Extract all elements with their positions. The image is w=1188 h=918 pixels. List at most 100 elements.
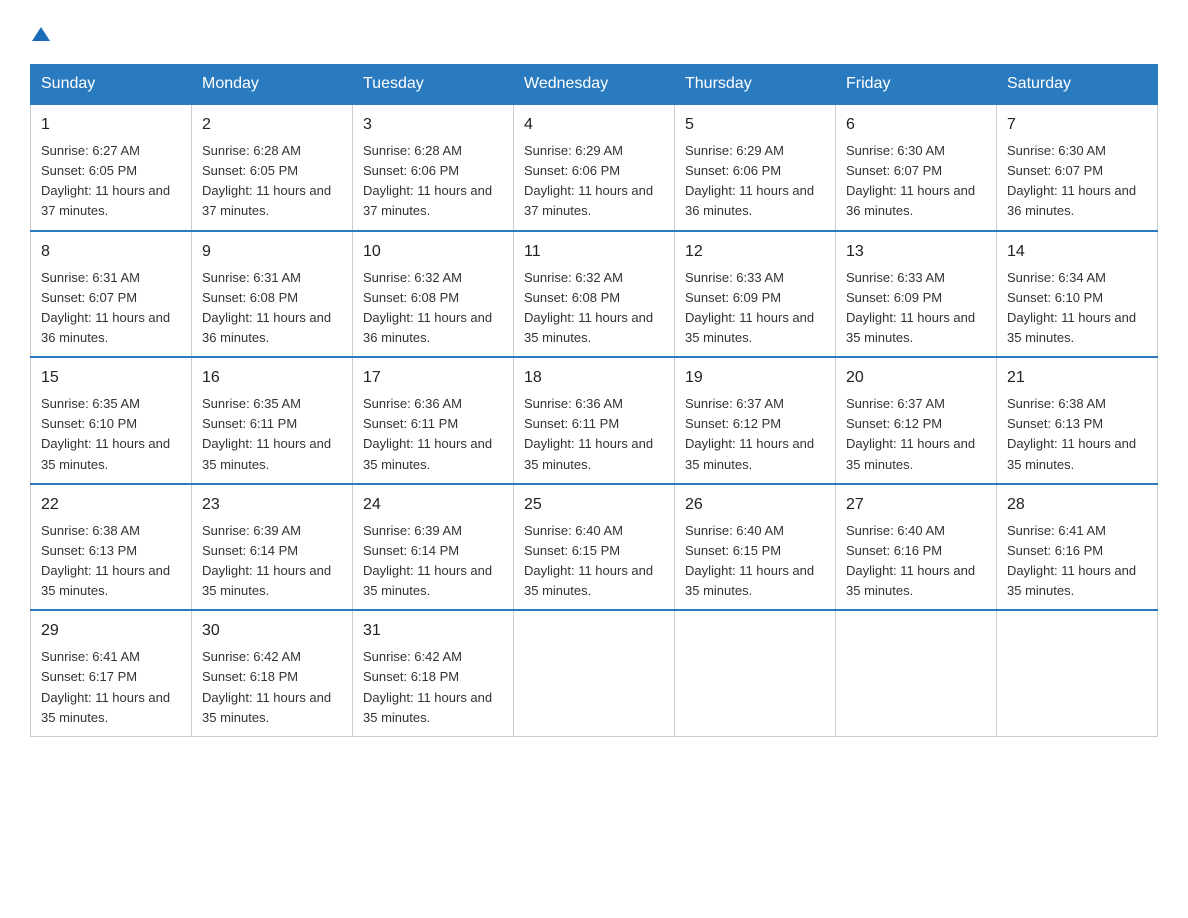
calendar-cell: 3 Sunrise: 6:28 AMSunset: 6:06 PMDaylight… — [353, 104, 514, 231]
calendar-week-row: 29 Sunrise: 6:41 AMSunset: 6:17 PMDayligh… — [31, 610, 1158, 736]
day-number: 16 — [202, 366, 342, 390]
calendar-cell: 31 Sunrise: 6:42 AMSunset: 6:18 PMDayligh… — [353, 610, 514, 736]
calendar-cell: 30Sunrise: 6:42 AMSunset: 6:18 PMDayligh… — [192, 610, 353, 736]
day-info: Sunrise: 6:33 AMSunset: 6:09 PMDaylight:… — [685, 268, 825, 349]
day-info: Sunrise: 6:36 AMSunset: 6:11 PMDaylight:… — [524, 394, 664, 475]
day-info: Sunrise: 6:37 AMSunset: 6:12 PMDaylight:… — [685, 394, 825, 475]
calendar-week-row: 22 Sunrise: 6:38 AMSunset: 6:13 PMDayligh… — [31, 484, 1158, 611]
day-info: Sunrise: 6:32 AMSunset: 6:08 PMDaylight:… — [363, 268, 503, 349]
day-number: 20 — [846, 366, 986, 390]
weekday-header-friday: Friday — [836, 65, 997, 105]
day-number: 28 — [1007, 493, 1147, 517]
calendar-cell: 9 Sunrise: 6:31 AMSunset: 6:08 PMDaylight… — [192, 231, 353, 358]
calendar-cell: 2 Sunrise: 6:28 AMSunset: 6:05 PMDaylight… — [192, 104, 353, 231]
day-number: 11 — [524, 240, 664, 264]
day-info: Sunrise: 6:40 AMSunset: 6:15 PMDaylight:… — [524, 521, 664, 602]
day-number: 14 — [1007, 240, 1147, 264]
calendar-cell: 20Sunrise: 6:37 AMSunset: 6:12 PMDayligh… — [836, 357, 997, 484]
day-number: 26 — [685, 493, 825, 517]
day-number: 27 — [846, 493, 986, 517]
calendar-header-row: SundayMondayTuesdayWednesdayThursdayFrid… — [31, 65, 1158, 105]
calendar-cell: 17 Sunrise: 6:36 AMSunset: 6:11 PMDayligh… — [353, 357, 514, 484]
calendar-cell: 29 Sunrise: 6:41 AMSunset: 6:17 PMDayligh… — [31, 610, 192, 736]
day-number: 23 — [202, 493, 342, 517]
day-number: 2 — [202, 113, 342, 137]
day-info: Sunrise: 6:41 AMSunset: 6:16 PMDaylight:… — [1007, 521, 1147, 602]
calendar-cell: 14 Sunrise: 6:34 AMSunset: 6:10 PMDayligh… — [997, 231, 1158, 358]
calendar-cell — [836, 610, 997, 736]
day-info: Sunrise: 6:39 AMSunset: 6:14 PMDaylight:… — [202, 521, 342, 602]
day-info: Sunrise: 6:31 AMSunset: 6:08 PMDaylight:… — [202, 268, 342, 349]
calendar-cell: 10 Sunrise: 6:32 AMSunset: 6:08 PMDayligh… — [353, 231, 514, 358]
day-info: Sunrise: 6:41 AMSunset: 6:17 PMDaylight:… — [41, 647, 181, 728]
day-number: 5 — [685, 113, 825, 137]
day-info: Sunrise: 6:32 AMSunset: 6:08 PMDaylight:… — [524, 268, 664, 349]
page-header — [30, 30, 1158, 44]
day-number: 13 — [846, 240, 986, 264]
calendar-cell: 12 Sunrise: 6:33 AMSunset: 6:09 PMDayligh… — [675, 231, 836, 358]
weekday-header-monday: Monday — [192, 65, 353, 105]
day-number: 24 — [363, 493, 503, 517]
day-info: Sunrise: 6:39 AMSunset: 6:14 PMDaylight:… — [363, 521, 503, 602]
calendar-cell: 1Sunrise: 6:27 AMSunset: 6:05 PMDaylight… — [31, 104, 192, 231]
calendar-cell: 16 Sunrise: 6:35 AMSunset: 6:11 PMDayligh… — [192, 357, 353, 484]
day-number: 17 — [363, 366, 503, 390]
day-number: 31 — [363, 619, 503, 643]
day-number: 25 — [524, 493, 664, 517]
calendar-cell: 27 Sunrise: 6:40 AMSunset: 6:16 PMDayligh… — [836, 484, 997, 611]
calendar-cell: 19 Sunrise: 6:37 AMSunset: 6:12 PMDayligh… — [675, 357, 836, 484]
day-info: Sunrise: 6:34 AMSunset: 6:10 PMDaylight:… — [1007, 268, 1147, 349]
day-info: Sunrise: 6:27 AMSunset: 6:05 PMDaylight:… — [41, 141, 181, 222]
weekday-header-sunday: Sunday — [31, 65, 192, 105]
day-info: Sunrise: 6:38 AMSunset: 6:13 PMDaylight:… — [1007, 394, 1147, 475]
day-info: Sunrise: 6:30 AMSunset: 6:07 PMDaylight:… — [846, 141, 986, 222]
day-info: Sunrise: 6:35 AMSunset: 6:11 PMDaylight:… — [202, 394, 342, 475]
calendar-cell: 26 Sunrise: 6:40 AMSunset: 6:15 PMDayligh… — [675, 484, 836, 611]
day-info: Sunrise: 6:40 AMSunset: 6:16 PMDaylight:… — [846, 521, 986, 602]
day-number: 10 — [363, 240, 503, 264]
day-number: 15 — [41, 366, 181, 390]
calendar-cell: 28 Sunrise: 6:41 AMSunset: 6:16 PMDayligh… — [997, 484, 1158, 611]
day-number: 12 — [685, 240, 825, 264]
calendar-cell — [997, 610, 1158, 736]
calendar-cell: 8Sunrise: 6:31 AMSunset: 6:07 PMDaylight… — [31, 231, 192, 358]
calendar-cell: 11 Sunrise: 6:32 AMSunset: 6:08 PMDayligh… — [514, 231, 675, 358]
day-info: Sunrise: 6:40 AMSunset: 6:15 PMDaylight:… — [685, 521, 825, 602]
calendar-week-row: 1Sunrise: 6:27 AMSunset: 6:05 PMDaylight… — [31, 104, 1158, 231]
calendar-cell: 15Sunrise: 6:35 AMSunset: 6:10 PMDayligh… — [31, 357, 192, 484]
day-number: 21 — [1007, 366, 1147, 390]
calendar-cell — [675, 610, 836, 736]
day-info: Sunrise: 6:42 AMSunset: 6:18 PMDaylight:… — [202, 647, 342, 728]
calendar-cell: 22 Sunrise: 6:38 AMSunset: 6:13 PMDayligh… — [31, 484, 192, 611]
day-number: 22 — [41, 493, 181, 517]
weekday-header-tuesday: Tuesday — [353, 65, 514, 105]
calendar-cell: 25 Sunrise: 6:40 AMSunset: 6:15 PMDayligh… — [514, 484, 675, 611]
weekday-header-thursday: Thursday — [675, 65, 836, 105]
day-info: Sunrise: 6:28 AMSunset: 6:06 PMDaylight:… — [363, 141, 503, 222]
day-info: Sunrise: 6:36 AMSunset: 6:11 PMDaylight:… — [363, 394, 503, 475]
calendar-cell: 5 Sunrise: 6:29 AMSunset: 6:06 PMDaylight… — [675, 104, 836, 231]
day-info: Sunrise: 6:42 AMSunset: 6:18 PMDaylight:… — [363, 647, 503, 728]
weekday-header-wednesday: Wednesday — [514, 65, 675, 105]
calendar-cell: 6 Sunrise: 6:30 AMSunset: 6:07 PMDaylight… — [836, 104, 997, 231]
day-number: 9 — [202, 240, 342, 264]
day-number: 6 — [846, 113, 986, 137]
day-info: Sunrise: 6:29 AMSunset: 6:06 PMDaylight:… — [524, 141, 664, 222]
day-number: 19 — [685, 366, 825, 390]
day-number: 29 — [41, 619, 181, 643]
weekday-header-saturday: Saturday — [997, 65, 1158, 105]
day-info: Sunrise: 6:29 AMSunset: 6:06 PMDaylight:… — [685, 141, 825, 222]
calendar-cell: 13Sunrise: 6:33 AMSunset: 6:09 PMDayligh… — [836, 231, 997, 358]
calendar-cell: 4 Sunrise: 6:29 AMSunset: 6:06 PMDaylight… — [514, 104, 675, 231]
day-number: 4 — [524, 113, 664, 137]
day-info: Sunrise: 6:28 AMSunset: 6:05 PMDaylight:… — [202, 141, 342, 222]
day-number: 3 — [363, 113, 503, 137]
logo-triangle-icon — [32, 27, 50, 41]
day-number: 7 — [1007, 113, 1147, 137]
day-number: 8 — [41, 240, 181, 264]
calendar-cell: 21 Sunrise: 6:38 AMSunset: 6:13 PMDayligh… — [997, 357, 1158, 484]
day-info: Sunrise: 6:38 AMSunset: 6:13 PMDaylight:… — [41, 521, 181, 602]
day-info: Sunrise: 6:30 AMSunset: 6:07 PMDaylight:… — [1007, 141, 1147, 222]
calendar-cell: 18Sunrise: 6:36 AMSunset: 6:11 PMDayligh… — [514, 357, 675, 484]
calendar-week-row: 15Sunrise: 6:35 AMSunset: 6:10 PMDayligh… — [31, 357, 1158, 484]
